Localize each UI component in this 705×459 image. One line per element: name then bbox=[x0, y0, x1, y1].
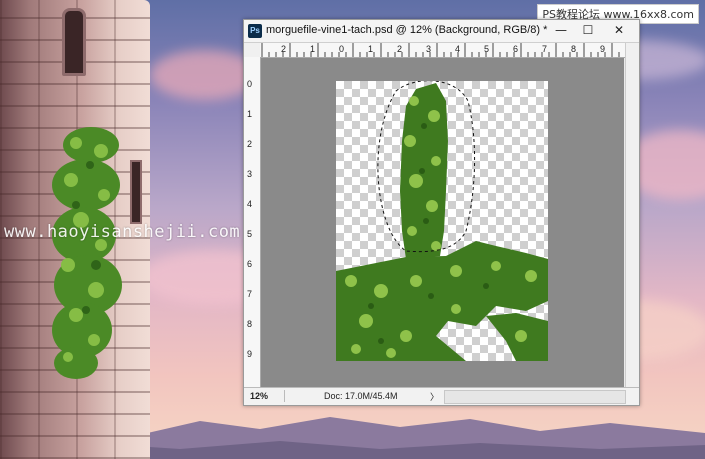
horizontal-ruler[interactable]: 2 1 0 1 2 3 4 5 6 7 8 9 bbox=[260, 43, 625, 58]
document-window[interactable]: Ps morguefile-vine1-tach.psd @ 12% (Back… bbox=[243, 19, 640, 406]
ruler-label-h: 7 bbox=[542, 44, 548, 54]
status-bar: 12% Doc: 17.0M/45.4M 〉 bbox=[244, 387, 639, 405]
ruler-label-h: 1 bbox=[368, 44, 374, 54]
ruler-label-v: 1 bbox=[247, 109, 253, 119]
vertical-scrollbar[interactable] bbox=[625, 43, 639, 387]
ruler-label-h: 5 bbox=[484, 44, 490, 54]
ruler-label-v: 5 bbox=[247, 229, 253, 239]
ruler-label-h: 9 bbox=[600, 44, 606, 54]
watermark-text: www.haoyisanshejii.com bbox=[4, 222, 241, 242]
ruler-label-v: 8 bbox=[247, 319, 253, 329]
ruler-label-h: 2 bbox=[397, 44, 403, 54]
ruler-label-v: 9 bbox=[247, 349, 253, 359]
close-button[interactable]: ✕ bbox=[604, 22, 634, 38]
vertical-ruler[interactable]: 0 1 2 3 4 5 6 7 8 9 bbox=[244, 57, 261, 387]
ruler-origin[interactable] bbox=[244, 43, 261, 58]
photoshop-app-icon: Ps bbox=[248, 24, 262, 38]
document-canvas[interactable] bbox=[336, 81, 548, 361]
ruler-label-h: 3 bbox=[426, 44, 432, 54]
ivy-on-tower-image bbox=[52, 127, 122, 379]
document-title: morguefile-vine1-tach.psd @ 12% (Backgro… bbox=[266, 24, 548, 36]
ruler-label-v: 6 bbox=[247, 259, 253, 269]
ivy-layer-image bbox=[336, 81, 548, 361]
ruler-label-h: 1 bbox=[310, 44, 316, 54]
zoom-level-field[interactable]: 12% bbox=[247, 390, 285, 402]
window-titlebar[interactable]: Ps morguefile-vine1-tach.psd @ 12% (Back… bbox=[244, 20, 639, 43]
ruler-label-h: 4 bbox=[455, 44, 461, 54]
ruler-label-h: 8 bbox=[571, 44, 577, 54]
ruler-label-v: 2 bbox=[247, 139, 253, 149]
ruler-label-h: 0 bbox=[339, 44, 345, 54]
minimize-button[interactable]: — bbox=[549, 22, 573, 38]
ruler-label-h: 6 bbox=[513, 44, 519, 54]
status-menu-arrow-icon[interactable]: 〉 bbox=[430, 390, 439, 403]
ruler-label-v: 0 bbox=[247, 79, 253, 89]
document-size-info[interactable]: Doc: 17.0M/45.4M bbox=[324, 391, 398, 401]
ruler-label-v: 3 bbox=[247, 169, 253, 179]
horizontal-scrollbar[interactable] bbox=[444, 390, 626, 404]
ruler-label-v: 4 bbox=[247, 199, 253, 209]
ruler-label-v: 7 bbox=[247, 289, 253, 299]
tower-window bbox=[62, 8, 86, 76]
canvas-pasteboard[interactable] bbox=[261, 58, 624, 387]
maximize-button[interactable]: ☐ bbox=[576, 22, 600, 38]
ruler-label-h: 2 bbox=[281, 44, 287, 54]
